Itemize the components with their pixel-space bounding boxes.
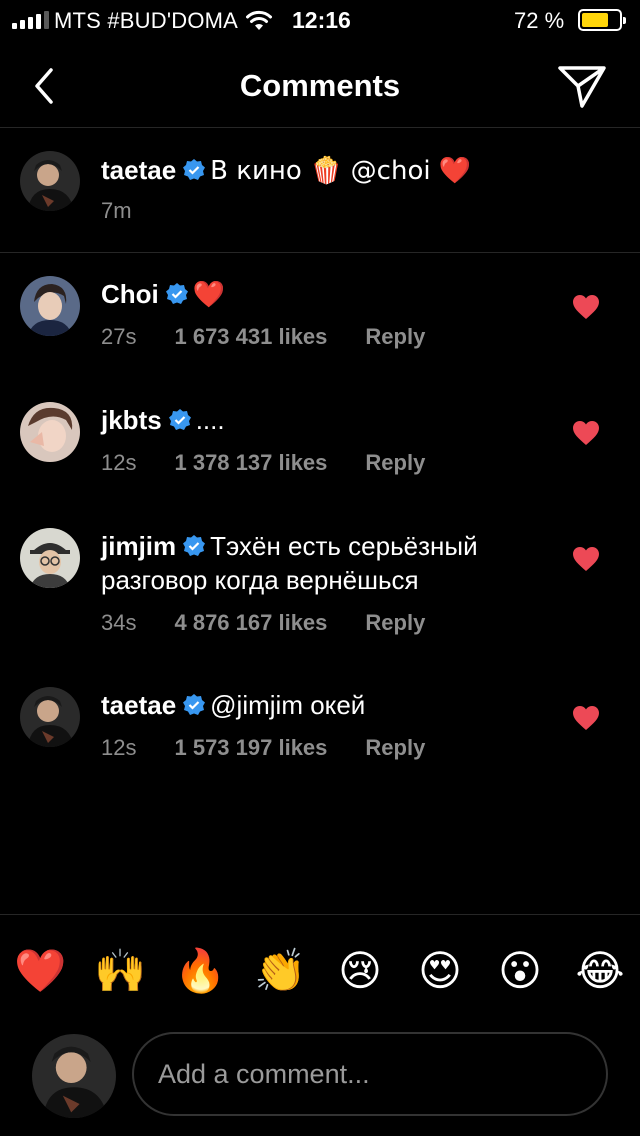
- heart-icon[interactable]: [572, 294, 600, 320]
- reply-button[interactable]: Reply: [365, 610, 425, 635]
- comment-text: ❤️: [192, 280, 226, 310]
- comment-text: ....: [195, 405, 225, 435]
- comment-username[interactable]: Choi: [101, 279, 159, 309]
- reaction-surprised[interactable]: 😮: [494, 945, 546, 997]
- heart-icon[interactable]: [572, 705, 600, 731]
- navigation-bar: Comments: [0, 44, 640, 128]
- post-caption: taetae В кино 🍿 @choi ❤️ 7m: [0, 128, 640, 253]
- carrier-name: MTS #BUD'DOMA: [54, 8, 239, 33]
- reply-button[interactable]: Reply: [365, 324, 425, 349]
- wifi-icon: [246, 10, 272, 30]
- comment-meta: 34s 4 876 167 likes Reply: [101, 610, 463, 636]
- comment-line: Choi ❤️: [101, 278, 225, 315]
- reaction-fire[interactable]: 🔥: [174, 945, 226, 997]
- signal-strength-icon: [12, 11, 49, 29]
- paper-plane-icon[interactable]: [556, 62, 608, 110]
- comment-input[interactable]: [132, 1032, 608, 1116]
- caption-username[interactable]: taetae: [101, 155, 176, 185]
- comment-time: 12s: [101, 735, 137, 760]
- reaction-heart-eyes[interactable]: 😍: [414, 945, 466, 997]
- avatar[interactable]: [20, 687, 80, 747]
- verified-badge-icon: [183, 694, 206, 715]
- comment-time: 12s: [101, 450, 137, 475]
- reply-button[interactable]: Reply: [365, 735, 425, 760]
- avatar[interactable]: [20, 528, 80, 588]
- comment-line: jimjim Тэхён есть серьёзный: [101, 530, 478, 567]
- comment-likes[interactable]: 4 876 167 likes: [174, 610, 327, 635]
- comment-text: @jimjim окей: [210, 690, 366, 720]
- page-title: Comments: [239, 68, 401, 103]
- comment-likes[interactable]: 1 573 197 likes: [174, 735, 327, 760]
- avatar[interactable]: [20, 402, 80, 462]
- reply-button[interactable]: Reply: [365, 450, 425, 475]
- verified-badge-icon: [165, 283, 188, 304]
- avatar[interactable]: [20, 276, 80, 336]
- comment-time: 34s: [101, 610, 137, 635]
- comment-meta: 12s 1 378 137 likes Reply: [101, 450, 463, 476]
- avatar: [32, 1034, 116, 1118]
- battery-icon: [578, 9, 626, 31]
- reaction-raised-hands[interactable]: 🙌: [94, 945, 146, 997]
- heart-icon[interactable]: [572, 546, 600, 572]
- verified-badge-icon: [168, 409, 191, 430]
- comment-meta: 27s 1 673 431 likes Reply: [101, 324, 463, 350]
- comment-time: 27s: [101, 324, 137, 349]
- verified-badge-icon: [183, 159, 206, 180]
- comment-line: taetae @jimjim окей: [101, 689, 365, 726]
- avatar[interactable]: [20, 151, 80, 211]
- caption-text: В кино 🍿 @choi ❤️: [210, 156, 472, 186]
- comment-username[interactable]: jimjim: [101, 531, 176, 561]
- comment-meta: 12s 1 573 197 likes Reply: [101, 735, 463, 761]
- reaction-cry[interactable]: 😢: [334, 945, 386, 997]
- comment-likes[interactable]: 1 378 137 likes: [174, 450, 327, 475]
- comment-text-line-2: разговор когда вернёшься: [101, 565, 419, 595]
- caption-time: 7m: [101, 198, 170, 224]
- reaction-heart[interactable]: ❤️: [14, 945, 66, 997]
- quick-reaction-bar: ❤️ 🙌 🔥 👏 😢 😍 😮 😂: [0, 914, 640, 1026]
- status-time: 12:16: [292, 7, 351, 33]
- status-bar: MTS #BUD'DOMA 12:16 72 %: [0, 0, 640, 44]
- comment-username[interactable]: jkbts: [101, 405, 162, 435]
- comment-username[interactable]: taetae: [101, 690, 176, 720]
- comment-line: jkbts....: [101, 404, 225, 441]
- caption-timestamp: 7m: [101, 198, 132, 223]
- battery-level-fill: [582, 13, 608, 27]
- reaction-laughing[interactable]: 😂: [574, 945, 626, 997]
- battery-percent: 72 %: [514, 8, 565, 33]
- reaction-clap[interactable]: 👏: [254, 945, 306, 997]
- verified-badge-icon: [183, 535, 206, 556]
- comment-text: Тэхён есть серьёзный: [210, 531, 478, 561]
- comment-likes[interactable]: 1 673 431 likes: [174, 324, 327, 349]
- caption-line: taetae В кино 🍿 @choi ❤️: [101, 154, 471, 191]
- heart-icon[interactable]: [572, 420, 600, 446]
